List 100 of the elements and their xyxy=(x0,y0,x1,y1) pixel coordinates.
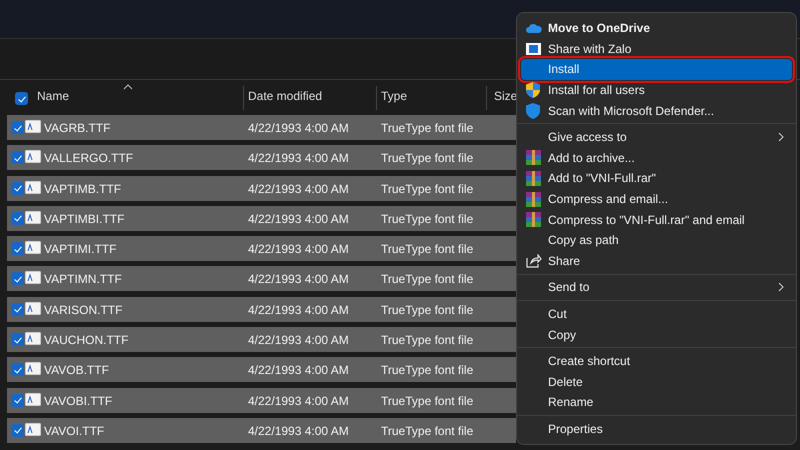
file-row[interactable]: VAVOI.TTF 4/22/1993 4:00 AM TrueType font file xyxy=(7,418,516,443)
row-checkbox[interactable] xyxy=(11,302,24,316)
date-modified: 4/22/1993 4:00 AM xyxy=(248,424,349,438)
file-row[interactable]: VAPTIMI.TTF 4/22/1993 4:00 AM TrueType font file xyxy=(7,236,516,262)
file-row[interactable]: VAPTIMBI.TTF 4/22/1993 4:00 AM TrueType font file xyxy=(7,206,516,231)
file-type: TrueType font file xyxy=(381,424,474,438)
font-file-icon xyxy=(25,120,41,133)
font-file-icon xyxy=(25,180,41,194)
menu-item[interactable]: Add to archive... xyxy=(521,148,792,168)
date-modified: 4/22/1993 4:00 AM xyxy=(248,121,349,135)
date-modified: 4/22/1993 4:00 AM xyxy=(248,333,349,348)
row-checkbox[interactable] xyxy=(11,151,24,164)
row-checkbox[interactable] xyxy=(11,394,24,407)
menu-item[interactable]: Move to OneDrive xyxy=(521,18,792,39)
file-type: TrueType font file xyxy=(381,242,474,256)
file-type: TrueType font file xyxy=(381,151,474,166)
column-header[interactable]: Size xyxy=(494,89,518,103)
file-row[interactable]: VAGRB.TTF 4/22/1993 4:00 AM TrueType font file xyxy=(7,115,516,140)
row-checkbox[interactable] xyxy=(11,242,24,256)
window-icon xyxy=(526,42,541,55)
row-checkbox[interactable] xyxy=(11,363,24,376)
column-header[interactable]: Type xyxy=(381,89,408,103)
file-type: TrueType font file xyxy=(381,333,474,348)
date-modified: 4/22/1993 4:00 AM xyxy=(248,394,349,408)
row-checkbox[interactable] xyxy=(11,212,24,225)
file-row[interactable]: VAPTIMB.TTF 4/22/1993 4:00 AM TrueType font file xyxy=(7,176,516,201)
shield-icon xyxy=(526,102,540,119)
file-name: VAPTIMB.TTF xyxy=(44,182,122,196)
font-file-icon xyxy=(25,362,41,376)
row-checkbox[interactable] xyxy=(11,182,24,195)
date-modified: 4/22/1993 4:00 AM xyxy=(248,363,349,378)
file-type: TrueType font file xyxy=(381,272,474,286)
file-name: VAUCHON.TTF xyxy=(44,333,128,348)
row-checkbox[interactable] xyxy=(11,333,24,346)
file-type: TrueType font file xyxy=(381,363,474,378)
menu-item[interactable]: Create shortcut xyxy=(521,350,792,372)
column-header[interactable]: Date modified xyxy=(248,89,322,103)
font-file-icon xyxy=(25,392,41,406)
menu-item[interactable]: Scan with Microsoft Defender... xyxy=(521,100,792,121)
date-modified: 4/22/1993 4:00 AM xyxy=(248,182,349,196)
font-file-icon xyxy=(25,241,41,254)
menu-item[interactable]: Copy as path xyxy=(521,230,792,251)
menu-item[interactable]: Compress to "VNI-Full.rar" and email xyxy=(521,209,792,230)
file-row[interactable]: VAVOB.TTF 4/22/1993 4:00 AM TrueType font file xyxy=(7,357,516,382)
menu-item[interactable]: Install for all users xyxy=(521,80,792,100)
date-modified: 4/22/1993 4:00 AM xyxy=(248,212,349,226)
menu-item[interactable]: Share with Zalo xyxy=(521,38,792,60)
file-row[interactable]: VALLERGO.TTF 4/22/1993 4:00 AM TrueType font file xyxy=(7,145,516,170)
file-row[interactable]: VAUCHON.TTF 4/22/1993 4:00 AM TrueType font file xyxy=(7,327,516,352)
date-modified: 4/22/1993 4:00 AM xyxy=(248,151,349,166)
archive-icon xyxy=(526,170,541,186)
file-type: TrueType font file xyxy=(381,394,474,408)
shield-icon xyxy=(526,82,540,98)
menu-item[interactable]: Send to xyxy=(521,277,792,298)
file-name: VAPTIMI.TTF xyxy=(44,242,116,256)
menu-item[interactable]: Share xyxy=(521,250,792,272)
font-file-icon xyxy=(25,422,41,436)
menu-item[interactable]: Rename xyxy=(521,392,792,413)
sort-caret-icon xyxy=(123,84,133,90)
file-type: TrueType font file xyxy=(381,182,474,196)
menu-item[interactable]: Give access to xyxy=(521,126,792,148)
file-name: VARISON.TTF xyxy=(44,302,122,317)
file-name: VAPTIMN.TTF xyxy=(44,272,122,286)
file-type: TrueType font file xyxy=(381,212,474,226)
font-file-icon xyxy=(25,302,41,315)
select-all-checkbox[interactable] xyxy=(15,92,28,105)
font-file-icon xyxy=(25,332,41,346)
row-checkbox[interactable] xyxy=(11,424,24,437)
file-row[interactable]: VAVOBI.TTF 4/22/1993 4:00 AM TrueType font file xyxy=(7,388,516,413)
file-name: VAVOI.TTF xyxy=(44,424,104,438)
menu-item[interactable]: Cut xyxy=(521,304,792,324)
file-name: VALLERGO.TTF xyxy=(44,151,134,166)
menu-item[interactable]: Properties xyxy=(521,418,792,440)
row-checkbox[interactable] xyxy=(11,121,24,134)
menu-item[interactable]: Add to "VNI-Full.rar" xyxy=(521,168,792,189)
font-file-icon xyxy=(25,210,41,224)
date-modified: 4/22/1993 4:00 AM xyxy=(248,302,349,317)
font-file-icon xyxy=(25,150,41,164)
file-type: TrueType font file xyxy=(381,121,474,135)
file-name: VAPTIMBI.TTF xyxy=(44,212,124,226)
file-name: VAGRB.TTF xyxy=(44,121,110,135)
menu-item[interactable]: Copy xyxy=(521,324,792,345)
file-row[interactable]: VAPTIMN.TTF 4/22/1993 4:00 AM TrueType font file xyxy=(7,266,516,292)
archive-icon xyxy=(526,150,541,166)
archive-icon xyxy=(526,192,541,207)
cloud-icon xyxy=(526,23,542,34)
row-checkbox[interactable] xyxy=(11,272,24,286)
menu-item[interactable]: Install xyxy=(521,59,792,80)
font-file-icon xyxy=(25,271,41,284)
date-modified: 4/22/1993 4:00 AM xyxy=(248,272,349,286)
date-modified: 4/22/1993 4:00 AM xyxy=(248,242,349,256)
file-name: VAVOBI.TTF xyxy=(44,394,112,408)
menu-item[interactable]: Compress and email... xyxy=(521,188,792,210)
file-row[interactable]: VARISON.TTF 4/22/1993 4:00 AM TrueType font file xyxy=(7,296,516,322)
file-type: TrueType font file xyxy=(381,302,474,317)
file-name: VAVOB.TTF xyxy=(44,363,109,378)
menu-item[interactable]: Delete xyxy=(521,372,792,392)
share-icon xyxy=(526,254,542,268)
column-header[interactable]: Name xyxy=(37,89,70,103)
archive-icon xyxy=(526,212,541,228)
